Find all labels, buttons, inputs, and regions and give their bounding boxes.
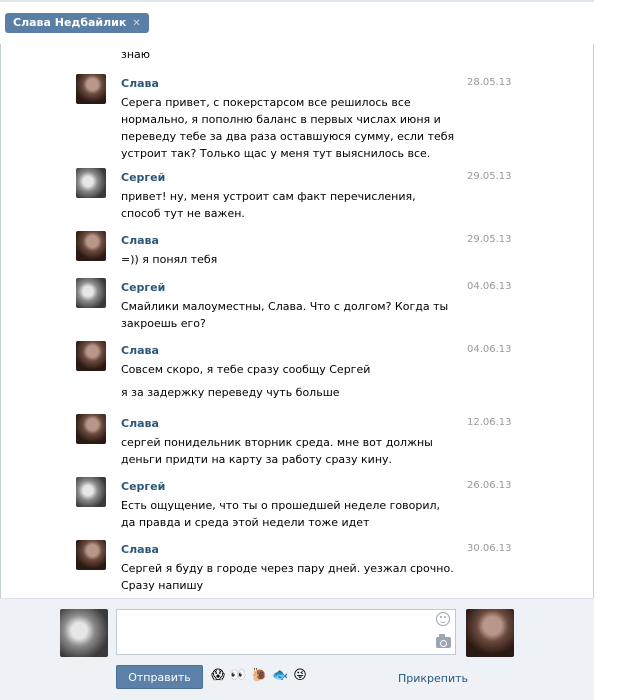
chat-tab-title: Слава Недбайлик xyxy=(13,16,127,29)
smile-icon[interactable] xyxy=(436,612,450,626)
message-text: я за задержку переведу чуть больше xyxy=(121,386,340,399)
message-text: Есть ощущение, что ты о прошедшей неделе… xyxy=(121,499,440,529)
message-text: Смайлики малоуместны, Слава. Что с долго… xyxy=(121,300,449,330)
message-date[interactable]: 04.06.13 xyxy=(467,344,512,355)
message-history[interactable]: знаю Слава 28.05.13 Серега привет, с пок… xyxy=(0,44,594,598)
message-text: сергей понидельник вторник среда. мне во… xyxy=(121,436,433,466)
author-name[interactable]: Слава xyxy=(121,234,159,247)
snail-emoji-icon[interactable]: 🐌 xyxy=(251,668,267,684)
avatar[interactable] xyxy=(76,477,106,507)
fish-emoji-icon[interactable]: 🐟 xyxy=(272,668,288,684)
message-text: =)) я понял тебя xyxy=(121,253,218,266)
eyes-emoji-icon[interactable]: 👀 xyxy=(230,668,246,684)
scream-emoji-icon[interactable]: 😱 xyxy=(210,668,226,684)
author-name[interactable]: Сергей xyxy=(121,480,165,493)
attach-link[interactable]: Прикрепить xyxy=(398,672,468,685)
avatar[interactable] xyxy=(76,231,106,261)
message-text: привет! ну, меня устроит сам факт перечи… xyxy=(121,190,416,220)
author-name[interactable]: Слава xyxy=(121,417,159,430)
message-text: Сергей я буду в городе через пару дней. … xyxy=(121,562,454,592)
message-date[interactable]: 12.06.13 xyxy=(467,417,512,428)
my-avatar[interactable] xyxy=(60,609,108,657)
wink-tongue-emoji-icon[interactable]: 😜 xyxy=(292,668,308,684)
author-name[interactable]: Слава xyxy=(121,543,159,556)
composer: Отправить 😱 👀 🐌 🐟 😜 Прикрепить xyxy=(0,598,594,700)
message-date[interactable]: 30.06.13 xyxy=(467,543,512,554)
author-name[interactable]: Слава xyxy=(121,344,159,357)
message-date[interactable]: 26.06.13 xyxy=(467,480,512,491)
avatar[interactable] xyxy=(76,414,106,444)
avatar[interactable] xyxy=(76,74,106,104)
message-text: Совсем скоро, я тебе сразу сообщу Сергей xyxy=(121,363,371,376)
avatar[interactable] xyxy=(76,540,106,570)
message-text: Серега привет, с покерстарсом все решило… xyxy=(121,96,455,160)
message-date[interactable]: 04.06.13 xyxy=(467,281,512,292)
avatar[interactable] xyxy=(76,168,106,198)
message-date[interactable]: 29.05.13 xyxy=(467,171,512,182)
message-date[interactable]: 28.05.13 xyxy=(467,77,512,88)
top-divider xyxy=(0,0,594,2)
close-icon[interactable]: ✕ xyxy=(132,14,140,34)
page-margin xyxy=(594,0,643,700)
peer-avatar[interactable] xyxy=(466,609,514,657)
send-button[interactable]: Отправить xyxy=(116,665,203,689)
author-name[interactable]: Сергей xyxy=(121,171,165,184)
message-date[interactable]: 29.05.13 xyxy=(467,234,512,245)
camera-icon[interactable] xyxy=(436,634,451,648)
message-input[interactable] xyxy=(116,609,456,655)
author-name[interactable]: Сергей xyxy=(121,281,165,294)
author-name[interactable]: Слава xyxy=(121,77,159,90)
avatar[interactable] xyxy=(76,341,106,371)
chat-tab[interactable]: Слава Недбайлик ✕ xyxy=(5,13,149,33)
avatar[interactable] xyxy=(76,278,106,308)
message-text: знаю xyxy=(121,48,151,61)
top-bar: Слава Недбайлик ✕ xyxy=(0,0,594,44)
